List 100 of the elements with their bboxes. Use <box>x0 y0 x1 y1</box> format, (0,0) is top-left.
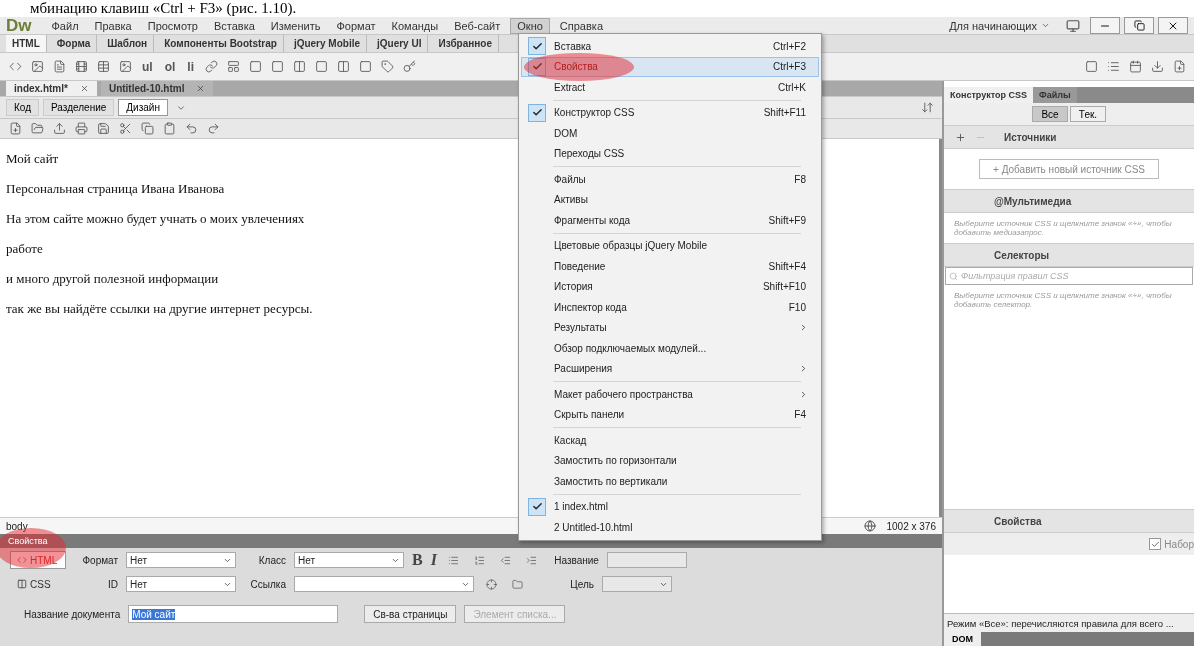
menu-item[interactable]: Цветовые образцы jQuery Mobile <box>521 235 819 256</box>
field-label: Цель <box>569 578 594 590</box>
link-select[interactable] <box>294 576 474 592</box>
class-select[interactable]: Нет <box>294 552 404 568</box>
menu-item[interactable]: Активы <box>521 189 819 210</box>
menu-title[interactable]: Окно <box>510 17 550 34</box>
page-paragraph: так же вы найдёте ссылки на другие интернет ресурсы. <box>6 301 313 317</box>
menu-item[interactable]: 1 index.html <box>521 496 819 517</box>
app-logo: Dw <box>6 15 32 36</box>
document-tab[interactable]: Untitled-10.html <box>100 81 214 96</box>
list-tool[interactable]: li <box>183 59 198 74</box>
menu-item[interactable]: Extract Ctrl+K <box>521 77 819 98</box>
menu-item[interactable]: Поведение Shift+F4 <box>521 256 819 277</box>
menu-item[interactable]: Каскад <box>521 430 819 451</box>
menu-item[interactable]: Замостить по вертикали <box>521 471 819 492</box>
caret-icon <box>1041 21 1050 30</box>
document-tab[interactable]: index.html* <box>6 81 97 96</box>
window-size[interactable]: 1002 x 376 <box>886 520 936 532</box>
code-icon <box>17 555 27 565</box>
field-label: Формат <box>81 554 118 566</box>
printer-icon[interactable] <box>72 119 90 138</box>
restore-button[interactable] <box>1124 17 1154 34</box>
caption-text: мбинацию клавиш «Ctrl + F3» (рис. 1.10). <box>29 0 298 17</box>
format-select[interactable]: Нет <box>126 552 236 568</box>
field-label: Название <box>553 554 599 566</box>
menu-item[interactable]: DOM <box>521 123 819 144</box>
menu-item[interactable]: Конструктор CSS Shift+F11 <box>521 102 819 123</box>
menu-item[interactable]: Замостить по горизонтали <box>521 450 819 471</box>
close-icon <box>196 84 206 93</box>
menu-title[interactable]: Файл <box>45 18 85 33</box>
insert-tab[interactable]: Компоненты Bootstrap <box>158 35 284 52</box>
mode-note: Режим «Все»: перечисляются правила для всего ... <box>944 613 1194 632</box>
columns-icon <box>17 579 27 589</box>
id-select[interactable]: Нет <box>126 576 236 592</box>
field-label: ID <box>107 578 118 590</box>
menu-title[interactable]: Вставка <box>207 18 261 33</box>
filter-button[interactable]: Тек. <box>1070 106 1106 122</box>
panel-tab[interactable]: DOM <box>944 632 981 646</box>
page-paragraph: и много другой полезной информации <box>6 271 219 287</box>
panel-tab[interactable]: Файлы <box>1033 87 1077 103</box>
copy-icon[interactable] <box>138 119 156 138</box>
menu-item[interactable]: Фрагменты кода Shift+F9 <box>521 210 819 231</box>
menu-title[interactable]: Команды <box>385 18 445 33</box>
close-button[interactable] <box>1158 17 1188 34</box>
restore-icon <box>1133 20 1145 31</box>
checkbox-label: Набор <box>1164 538 1194 550</box>
menu-item[interactable]: Переходы CSS <box>521 143 819 164</box>
tag-icon[interactable] <box>378 57 396 76</box>
menu-title[interactable]: Изменить <box>264 18 327 33</box>
title-field[interactable] <box>606 552 687 568</box>
menu-item[interactable]: История Shift+F10 <box>521 276 819 297</box>
page-paragraph: Мой сайт <box>6 151 59 167</box>
section-title: @Мультимедиа <box>994 195 1072 207</box>
field-label: Название документа <box>24 608 121 620</box>
css-mode-button[interactable]: CSS <box>10 575 66 593</box>
menu-item[interactable]: Скрыть панели F4 <box>521 404 819 425</box>
insert-tab[interactable]: HTML <box>6 35 47 52</box>
section-title: Селекторы <box>994 249 1050 261</box>
minimize-button[interactable] <box>1090 17 1120 34</box>
tag-selector[interactable]: body <box>6 520 28 532</box>
menu-title[interactable]: Правка <box>88 18 138 33</box>
menu-title[interactable]: Справка <box>553 18 609 33</box>
list-tool[interactable]: ul <box>138 59 157 74</box>
menu-item[interactable]: Расширения <box>521 358 819 379</box>
panel-tab[interactable]: Конструктор CSS <box>944 87 1034 103</box>
add-source-button[interactable]: + Добавить новый источник CSS <box>979 159 1159 179</box>
page-paragraph: работе <box>6 241 43 257</box>
menu-item[interactable]: Макет рабочего пространства <box>521 384 819 405</box>
menu-item[interactable]: 2 Untitled-10.html <box>521 517 819 538</box>
target-select[interactable] <box>602 576 672 592</box>
insert-tab[interactable]: Форма <box>50 35 98 52</box>
view-button[interactable]: Код <box>6 99 39 116</box>
insert-tab[interactable]: jQuery Mobile <box>287 35 367 52</box>
insert-tab[interactable]: Избранное <box>432 35 499 52</box>
search-icon <box>949 271 958 281</box>
check-icon <box>1150 539 1160 549</box>
filter-button[interactable]: Все <box>1032 106 1068 122</box>
menu-item[interactable]: Обзор подключаемых модулей... <box>521 338 819 359</box>
menu-title[interactable]: Формат <box>330 18 382 33</box>
menu-item[interactable]: Файлы F8 <box>521 169 819 190</box>
bold-button[interactable]: B <box>412 551 423 569</box>
view-button[interactable]: Разделение <box>43 99 115 116</box>
field-label: Ссылка <box>249 578 286 590</box>
italic-button[interactable]: I <box>430 551 437 569</box>
link-icon[interactable] <box>202 57 220 76</box>
menu-title[interactable]: Просмотр <box>141 18 204 33</box>
document-title-field[interactable]: Мой сайт <box>128 605 339 623</box>
menu-item[interactable]: Инспектор кода F10 <box>521 297 819 318</box>
menu-title[interactable]: Веб-сайт <box>448 18 507 33</box>
checkbox[interactable] <box>1149 538 1162 550</box>
field-label: Класс <box>257 554 286 566</box>
insert-tab[interactable]: jQuery UI <box>371 35 429 52</box>
view-button[interactable]: Дизайн <box>118 99 168 116</box>
workspace-dropdown[interactable]: Для начинающих <box>943 18 1056 33</box>
menu-item[interactable]: Вставка Ctrl+F2 <box>521 36 819 57</box>
list-tool[interactable]: ol <box>160 59 180 74</box>
page-properties-button[interactable]: Св-ва страницы <box>364 605 457 623</box>
menu-item[interactable]: Результаты <box>521 317 819 338</box>
close-icon <box>79 84 89 93</box>
insert-tab[interactable]: Шаблон <box>101 35 155 52</box>
